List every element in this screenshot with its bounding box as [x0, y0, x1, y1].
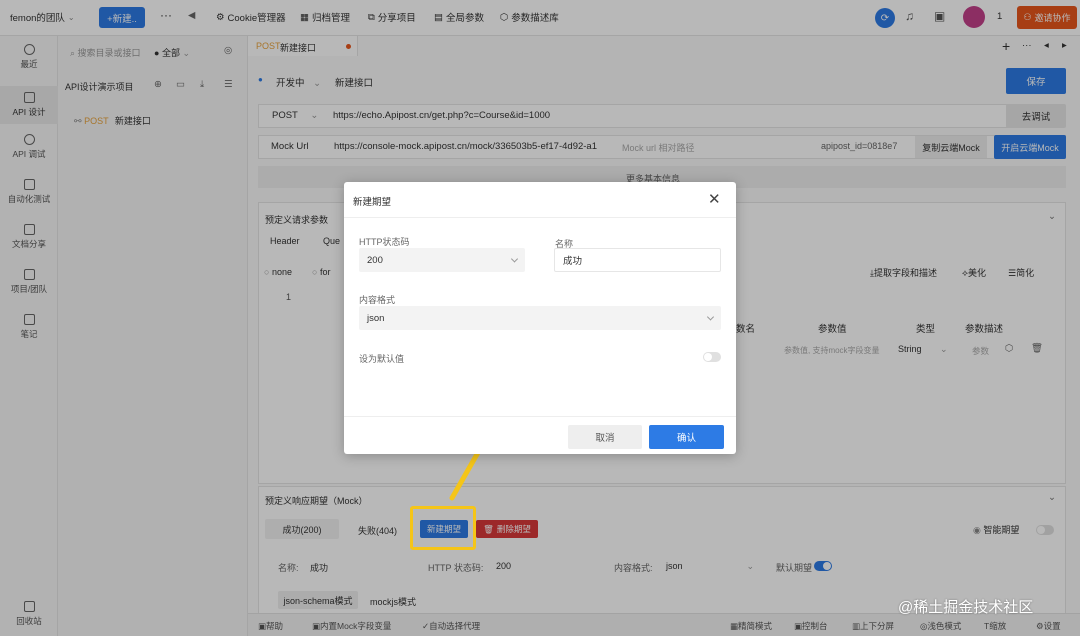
dialog-name-input[interactable]: 成功 — [554, 248, 721, 272]
dialog-divider — [344, 217, 736, 218]
highlight-box — [410, 506, 476, 550]
new-expect-dialog: 新建期望 ✕ HTTP状态码 200 名称 成功 内容格式 json 设为默认值… — [344, 182, 736, 454]
dialog-footer-divider — [344, 416, 736, 417]
chevron-down-icon — [706, 313, 715, 321]
dialog-cancel-button[interactable]: 取消 — [568, 425, 642, 449]
dialog-title: 新建期望 — [353, 197, 392, 208]
chevron-down-icon — [510, 255, 519, 263]
dialog-format-label: 内容格式 — [359, 295, 396, 305]
dialog-http-value: 200 — [367, 254, 383, 266]
close-icon[interactable]: ✕ — [708, 190, 721, 208]
dialog-confirm-button[interactable]: 确认 — [649, 425, 724, 449]
dialog-http-label: HTTP状态码 — [359, 237, 410, 247]
dialog-format-select[interactable]: json — [359, 306, 721, 330]
watermark: @稀土掘金技术社区 — [898, 599, 1034, 616]
dialog-default-label: 设为默认值 — [359, 354, 405, 364]
dialog-format-value: json — [367, 312, 385, 324]
dialog-http-select[interactable]: 200 — [359, 248, 525, 272]
dialog-default-toggle[interactable] — [703, 352, 721, 362]
